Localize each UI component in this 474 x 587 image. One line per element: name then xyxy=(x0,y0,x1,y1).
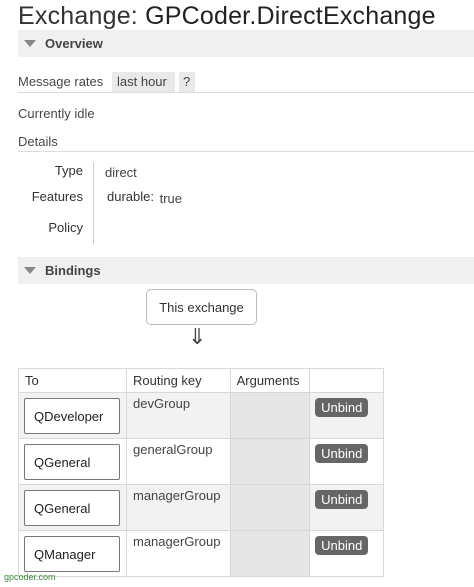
arguments-cell xyxy=(229,530,311,577)
unbind-button[interactable]: Unbind xyxy=(315,536,369,555)
status-text: Currently idle xyxy=(18,106,95,121)
table-row: QGeneral generalGroup Unbind xyxy=(18,438,384,485)
details-label: Details xyxy=(18,134,58,149)
down-arrow-icon: ⇓ xyxy=(188,324,207,349)
action-cell: Unbind xyxy=(309,438,384,485)
arguments-cell xyxy=(229,438,311,485)
binding-destination-cell: QDeveloper xyxy=(18,392,127,439)
column-header-to: To xyxy=(18,368,127,393)
unbind-button[interactable]: Unbind xyxy=(315,398,369,417)
overview-header: Overview xyxy=(45,36,103,51)
column-header-action xyxy=(309,368,384,393)
queue-link[interactable]: QManager xyxy=(24,536,120,572)
type-value: direct xyxy=(105,165,137,180)
features-key: Features xyxy=(31,189,83,204)
table-header-row: To Routing key Arguments xyxy=(18,368,384,393)
routing-key-cell: managerGroup xyxy=(126,484,231,531)
divider xyxy=(18,92,474,93)
bindings-header: Bindings xyxy=(45,263,101,278)
bindings-table: To Routing key Arguments QDeveloper devG… xyxy=(18,368,384,577)
queue-link[interactable]: QGeneral xyxy=(24,490,120,526)
action-cell: Unbind xyxy=(309,392,384,439)
page-title: Exchange: GPCoder.DirectExchange xyxy=(18,2,436,31)
arguments-cell xyxy=(229,484,311,531)
column-header-routing-key: Routing key xyxy=(126,368,231,393)
column-header-arguments: Arguments xyxy=(229,368,311,393)
divider xyxy=(18,151,474,152)
overview-section-toggle[interactable]: Overview xyxy=(18,30,474,57)
message-rates-help[interactable]: ? xyxy=(179,72,195,93)
details-divider xyxy=(93,162,94,244)
routing-key-cell: managerGroup xyxy=(126,530,231,577)
watermark: gpcoder.com xyxy=(4,572,56,582)
table-row: QGeneral managerGroup Unbind xyxy=(18,484,384,531)
bindings-section-toggle[interactable]: Bindings xyxy=(18,257,474,284)
arguments-cell xyxy=(229,392,311,439)
unbind-button[interactable]: Unbind xyxy=(315,490,369,509)
message-rates-range[interactable]: last hour xyxy=(112,72,175,93)
message-rates-label: Message rates xyxy=(18,74,104,89)
binding-destination-cell: QGeneral xyxy=(18,438,127,485)
action-cell: Unbind xyxy=(309,484,384,531)
queue-link[interactable]: QGeneral xyxy=(24,444,120,480)
binding-destination-cell: QGeneral xyxy=(18,484,127,531)
table-row: QManager managerGroup Unbind xyxy=(18,530,384,577)
durable-key: durable: xyxy=(107,189,154,204)
features-value: durable: true xyxy=(107,189,183,206)
page-title-prefix: Exchange: xyxy=(18,2,146,30)
policy-key: Policy xyxy=(48,220,83,235)
collapse-triangle-icon xyxy=(24,267,36,274)
action-cell: Unbind xyxy=(309,530,384,577)
table-row: QDeveloper devGroup Unbind xyxy=(18,392,384,439)
unbind-button[interactable]: Unbind xyxy=(315,444,369,463)
type-key: Type xyxy=(54,163,83,178)
durable-value: true xyxy=(159,191,183,206)
exchange-name: GPCoder.DirectExchange xyxy=(145,2,436,30)
routing-key-cell: generalGroup xyxy=(126,438,231,485)
this-exchange-box: This exchange xyxy=(146,289,257,325)
binding-destination-cell: QManager xyxy=(18,530,127,577)
queue-link[interactable]: QDeveloper xyxy=(24,398,120,434)
routing-key-cell: devGroup xyxy=(126,392,231,439)
collapse-triangle-icon xyxy=(24,40,36,47)
